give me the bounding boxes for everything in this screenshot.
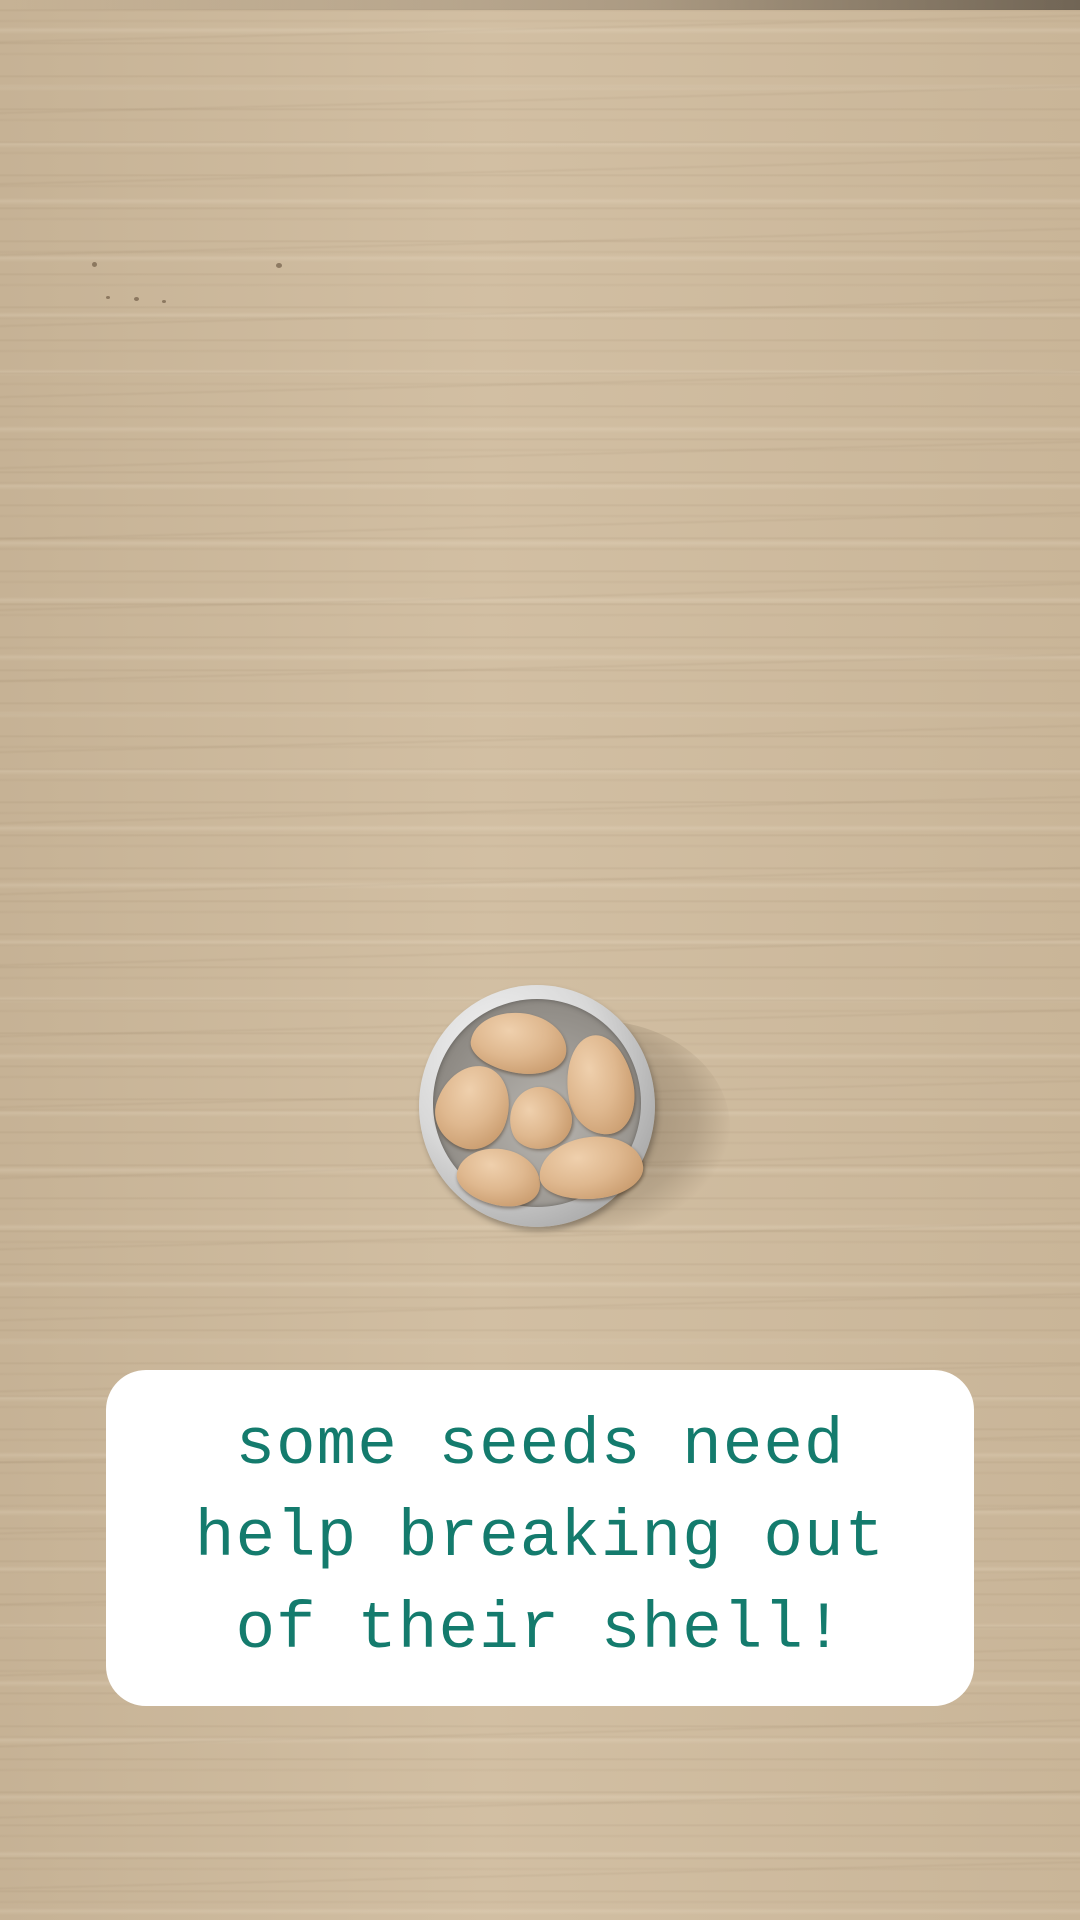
caption-line: of their shell! [235, 1592, 845, 1667]
seed-tin [419, 985, 655, 1227]
caption-line: some seeds need [235, 1408, 845, 1483]
tin-interior [425, 999, 646, 1214]
surface-speck [92, 262, 97, 267]
caption-box: some seeds need help breaking out of the… [106, 1370, 974, 1706]
seed [425, 1055, 521, 1159]
seed [452, 1140, 546, 1214]
surface-speck [134, 297, 139, 301]
frame-top-edge [0, 0, 1080, 10]
caption-line: help breaking out [194, 1500, 886, 1575]
surface-speck [106, 296, 110, 299]
surface-speck [162, 300, 166, 303]
caption-text: some seeds need help breaking out of the… [195, 1400, 885, 1676]
surface-speck [276, 263, 282, 268]
video-frame: some seeds need help breaking out of the… [0, 0, 1080, 1920]
